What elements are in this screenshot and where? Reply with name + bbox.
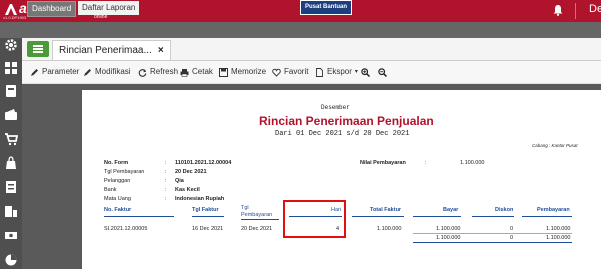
- subtab-label: Rincian Penerimaa...: [59, 45, 152, 56]
- user-menu[interactable]: De: [589, 3, 601, 15]
- pie-chart-icon[interactable]: [4, 252, 18, 266]
- header-underline: [352, 216, 404, 217]
- memorize-label: Memorize: [231, 67, 267, 76]
- col-pembayaran: Pembayaran: [537, 207, 570, 213]
- colon: :: [165, 160, 167, 166]
- subtotal-bayar: 1.100.000: [436, 235, 461, 241]
- parameter-label: Parameter: [42, 67, 80, 76]
- zoom-out-icon: [378, 67, 387, 77]
- save-icon: [219, 67, 228, 77]
- subtotal-diskon: 0: [510, 235, 514, 241]
- refresh-icon: [138, 68, 147, 77]
- hari-highlight-box: [283, 200, 346, 238]
- version-label: v1.0.DP1903: [3, 15, 27, 20]
- colon: :: [165, 196, 167, 202]
- sales-bag-icon[interactable]: [4, 156, 18, 170]
- row-bayar: 1.100.000: [436, 226, 461, 232]
- subtotal-underline: [413, 242, 572, 243]
- refresh-button[interactable]: Refresh: [138, 66, 178, 78]
- row-diskon: 0: [510, 226, 514, 232]
- help-center-button[interactable]: Pusat Bantuan: [300, 0, 352, 15]
- edit-icon: [84, 68, 91, 76]
- close-icon[interactable]: ×: [158, 45, 164, 56]
- modifikasi-button[interactable]: Modifikasi: [83, 66, 131, 78]
- header-underline: [241, 219, 279, 220]
- ekspor-button[interactable]: Ekspor ▾: [315, 66, 358, 78]
- cash-icon[interactable]: [4, 228, 18, 242]
- favorit-label: Favorit: [284, 67, 309, 76]
- colon: :: [425, 160, 427, 166]
- header-underline: [413, 216, 461, 217]
- header-underline: [104, 216, 174, 217]
- nilai-pembayaran-label: Nilai Pembayaran: [360, 160, 406, 166]
- cetak-label: Cetak: [192, 67, 213, 76]
- modifikasi-label: Modifikasi: [95, 67, 131, 76]
- subtotal-divider: [413, 233, 572, 234]
- memorize-button[interactable]: Memorize: [219, 66, 266, 78]
- inventory-icon[interactable]: [4, 180, 18, 194]
- list-menu-button[interactable]: [27, 41, 49, 57]
- report-date-range: Dari 01 Dec 2021 s/d 20 Dec 2021: [275, 130, 410, 138]
- refresh-label: Refresh: [150, 67, 179, 76]
- row-tgl-faktur: 16 Dec 2021: [192, 226, 224, 232]
- report-period: Desember: [321, 104, 350, 111]
- col-diskon: Diskon: [495, 207, 514, 213]
- shopping-cart-icon[interactable]: [4, 132, 18, 146]
- row-no-faktur[interactable]: SI.2021.12.00005: [104, 226, 147, 232]
- cetak-button[interactable]: Cetak: [180, 66, 213, 78]
- tgl-pembayaran-label: Tgl Pembayaran: [104, 169, 145, 175]
- tgl-pembayaran-value: 20 Dec 2021: [175, 169, 207, 175]
- colon: :: [165, 187, 167, 193]
- col-bayar: Bayar: [443, 207, 459, 213]
- mata-uang-label: Mata Uang: [104, 196, 131, 202]
- no-form-value: 110101.2021.12.00004: [175, 160, 232, 166]
- col-tgl-faktur: Tgl Faktur: [192, 207, 219, 213]
- building-icon[interactable]: [4, 204, 18, 218]
- row-pembayaran: 1.100.000: [546, 226, 571, 232]
- printer-icon: [180, 68, 189, 77]
- col-total-faktur: Total Faktur: [370, 207, 402, 213]
- zoom-in-icon: [361, 67, 370, 77]
- pelanggan-value: Qia: [175, 178, 184, 184]
- zoom-in-button[interactable]: [361, 66, 370, 78]
- col-tgl-pembayaran-line2: Pembayaran: [241, 212, 273, 218]
- parameter-button[interactable]: Parameter: [30, 66, 79, 78]
- colon: :: [165, 178, 167, 184]
- pencil-icon: [31, 68, 38, 76]
- gear-icon[interactable]: [4, 38, 18, 52]
- pelanggan-label: Pelanggan: [104, 178, 131, 184]
- col-tgl-pembayaran-line1: Tgl: [241, 205, 249, 211]
- header-underline: [192, 216, 224, 217]
- row-total-faktur: 1.100.000: [377, 226, 402, 232]
- tab-bar: [0, 22, 601, 38]
- row-tgl-pembayaran: 20 Dec 2021: [241, 226, 273, 232]
- chevron-down-icon: ▾: [354, 69, 358, 75]
- colon: :: [165, 169, 167, 175]
- subtab-rincian-penerimaan[interactable]: Rincian Penerimaa... ×: [52, 40, 171, 60]
- bank-value: Kas Kecil: [175, 187, 200, 193]
- zoom-out-button[interactable]: [378, 66, 387, 78]
- col-no-faktur: No. Faktur: [104, 207, 132, 213]
- heart-icon: [272, 68, 281, 77]
- bank-label: Bank: [104, 187, 117, 193]
- no-form-label: No. Form: [104, 160, 129, 166]
- grid-icon[interactable]: [4, 61, 18, 75]
- subtotal-pembayaran: 1.100.000: [546, 235, 571, 241]
- favorit-button[interactable]: Favorit: [272, 66, 308, 78]
- tab-daftar-laporan[interactable]: Daftar Laporan: [78, 1, 140, 15]
- tab-dashboard[interactable]: Dashboard: [27, 1, 77, 17]
- ekspor-label: Ekspor: [327, 67, 352, 76]
- mata-uang-value: Indonesian Rupiah: [175, 196, 225, 202]
- header-underline: [472, 216, 514, 217]
- bell-icon[interactable]: [553, 4, 563, 16]
- topbar-divider: [575, 3, 576, 19]
- report-branch: Cabang : Kantor Pusat: [532, 143, 578, 148]
- header-underline: [522, 216, 572, 217]
- export-file-icon: [316, 67, 323, 77]
- wallet-icon[interactable]: [4, 108, 18, 122]
- nilai-pembayaran-value: 1.100.000: [460, 160, 485, 166]
- ledger-icon[interactable]: [4, 84, 18, 98]
- report-title: Rincian Penerimaan Penjualan: [259, 114, 434, 128]
